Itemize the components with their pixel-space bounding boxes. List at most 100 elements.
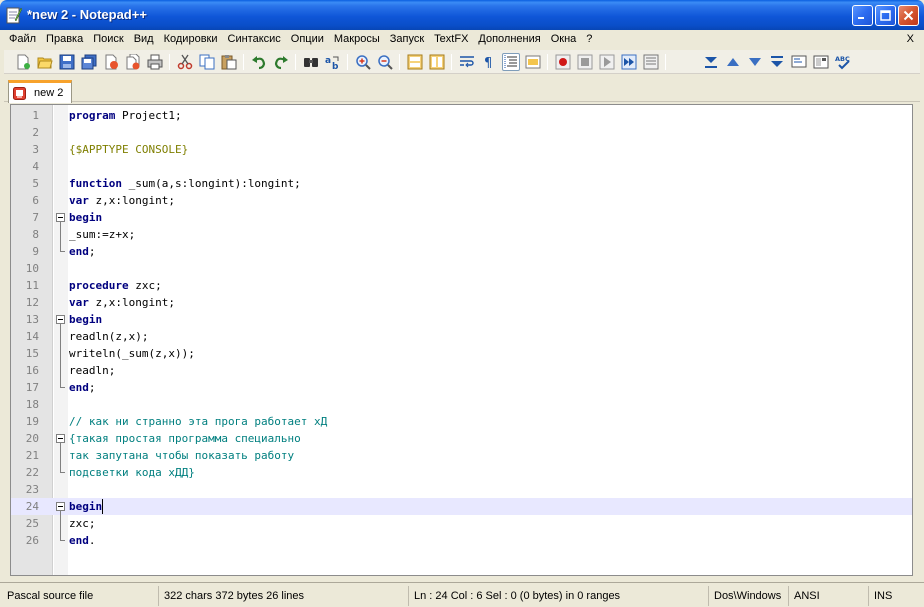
code-line[interactable]: 5 function _sum(a,s:longint):longint;	[11, 175, 912, 192]
code-line[interactable]: 25 zxc;	[11, 515, 912, 532]
menu-textfx[interactable]: TextFX	[429, 30, 473, 49]
sync-horizontal-button[interactable]	[428, 53, 446, 71]
word-wrap-button[interactable]	[458, 53, 476, 71]
next-bookmark-button[interactable]	[746, 53, 764, 71]
user-defined-lang-button[interactable]	[524, 53, 542, 71]
line-number: 3	[32, 143, 39, 156]
spell-check-button[interactable]: ABC	[834, 53, 852, 71]
minimize-button[interactable]	[852, 5, 873, 26]
collapse-button[interactable]	[702, 53, 720, 71]
code-line[interactable]: 9 end;	[11, 243, 912, 260]
code-line[interactable]: 13 begin	[11, 311, 912, 328]
unsaved-file-icon	[13, 86, 26, 100]
fold-toggle[interactable]	[56, 434, 65, 443]
code-line[interactable]: 20 {такая простая программа специально	[11, 430, 912, 447]
cut-button[interactable]	[176, 53, 194, 71]
code-line[interactable]: 10	[11, 260, 912, 277]
code-line[interactable]: 19 // как ни странно эта прога работает х…	[11, 413, 912, 430]
line-number: 24	[25, 500, 39, 513]
monitor-button[interactable]	[790, 53, 808, 71]
code-line[interactable]: 17 end;	[11, 379, 912, 396]
menu-help[interactable]: ?	[581, 30, 597, 49]
menu-edit[interactable]: Правка	[41, 30, 88, 49]
code-line[interactable]: 3 {$APPTYPE CONSOLE}	[11, 141, 912, 158]
menu-view[interactable]: Вид	[129, 30, 159, 49]
code-text: подсветки кода хДД}	[69, 464, 195, 481]
code-line[interactable]: 7 begin	[11, 209, 912, 226]
menu-run[interactable]: Запуск	[385, 30, 429, 49]
close-button[interactable]	[898, 5, 919, 26]
find-button[interactable]	[302, 53, 320, 71]
menu-window[interactable]: Окна	[546, 30, 582, 49]
paste-button[interactable]	[220, 53, 238, 71]
menu-search[interactable]: Поиск	[88, 30, 128, 49]
code-editor[interactable]: 1 program Project1; 2 3 {$APPTYPE CONSOLE} 4 5…	[10, 104, 913, 576]
status-doc-stats: 322 chars 372 bytes 26 lines	[158, 586, 404, 606]
code-line[interactable]: 8 _sum:=z+x;	[11, 226, 912, 243]
prev-bookmark-button[interactable]	[724, 53, 742, 71]
menu-encoding[interactable]: Кодировки	[159, 30, 223, 49]
sync-horizontal-icon	[429, 54, 445, 70]
code-line[interactable]: 23	[11, 481, 912, 498]
code-token: ;	[88, 245, 96, 258]
code-line[interactable]: 1 program Project1;	[11, 107, 912, 124]
save-all-button[interactable]	[80, 53, 98, 71]
code-token: z,x:longint;	[88, 296, 175, 309]
code-line[interactable]: 21 так запутана чтобы показать работу	[11, 447, 912, 464]
doc-map-button[interactable]	[812, 53, 830, 71]
new-file-button[interactable]	[14, 53, 32, 71]
code-line[interactable]: 22 подсветки кода хДД}	[11, 464, 912, 481]
code-token: program	[69, 109, 116, 122]
menu-plugins[interactable]: Дополнения	[473, 30, 545, 49]
line-number: 2	[32, 126, 39, 139]
close-document-button[interactable]: X	[907, 30, 914, 49]
open-file-button[interactable]	[36, 53, 54, 71]
code-token: function	[69, 177, 122, 190]
title-bar[interactable]: *new 2 - Notepad++	[0, 0, 924, 30]
copy-button[interactable]	[198, 53, 216, 71]
next-bookmark-icon	[749, 58, 761, 66]
tab-new-2[interactable]: new 2	[8, 80, 72, 103]
replace-button[interactable]: ab	[324, 53, 342, 71]
show-all-chars-button[interactable]: ¶	[480, 53, 498, 71]
find-icon	[304, 58, 318, 67]
print-button[interactable]	[146, 53, 164, 71]
record-macro-button[interactable]	[554, 53, 572, 71]
stop-record-button[interactable]	[576, 53, 594, 71]
close-file-icon	[105, 54, 118, 70]
maximize-button[interactable]	[875, 5, 896, 26]
play-macro-button[interactable]	[598, 53, 616, 71]
code-line[interactable]: 11 procedure zxc;	[11, 277, 912, 294]
zoom-in-button[interactable]	[354, 53, 372, 71]
notepadpp-app-icon[interactable]	[6, 6, 22, 24]
code-line[interactable]: 4	[11, 158, 912, 175]
close-all-button[interactable]	[124, 53, 142, 71]
redo-button[interactable]	[272, 53, 290, 71]
code-line[interactable]: 24 begin	[11, 498, 912, 515]
code-line[interactable]: 14 readln(z,x);	[11, 328, 912, 345]
run-macro-multiple-button[interactable]	[620, 53, 638, 71]
fold-toggle[interactable]	[56, 502, 65, 511]
menu-macro[interactable]: Макросы	[329, 30, 385, 49]
sync-vertical-button[interactable]	[406, 53, 424, 71]
indent-guide-button[interactable]	[502, 53, 520, 71]
code-line[interactable]: 26 end.	[11, 532, 912, 549]
line-number: 22	[25, 466, 39, 479]
menu-settings[interactable]: Опции	[286, 30, 329, 49]
code-line[interactable]: 2	[11, 124, 912, 141]
code-line[interactable]: 6 var z,x:longint;	[11, 192, 912, 209]
code-line[interactable]: 16 readln;	[11, 362, 912, 379]
save-macro-button[interactable]	[642, 53, 660, 71]
save-button[interactable]	[58, 53, 76, 71]
menu-language[interactable]: Синтаксис	[223, 30, 286, 49]
fold-toggle[interactable]	[56, 213, 65, 222]
menu-file[interactable]: Файл	[4, 30, 41, 49]
undo-button[interactable]	[250, 53, 268, 71]
expand-button[interactable]	[768, 53, 786, 71]
fold-toggle[interactable]	[56, 315, 65, 324]
code-line[interactable]: 18	[11, 396, 912, 413]
zoom-out-button[interactable]	[376, 53, 394, 71]
code-line[interactable]: 15 writeln(_sum(z,x));	[11, 345, 912, 362]
close-file-button[interactable]	[102, 53, 120, 71]
code-line[interactable]: 12 var z,x:longint;	[11, 294, 912, 311]
